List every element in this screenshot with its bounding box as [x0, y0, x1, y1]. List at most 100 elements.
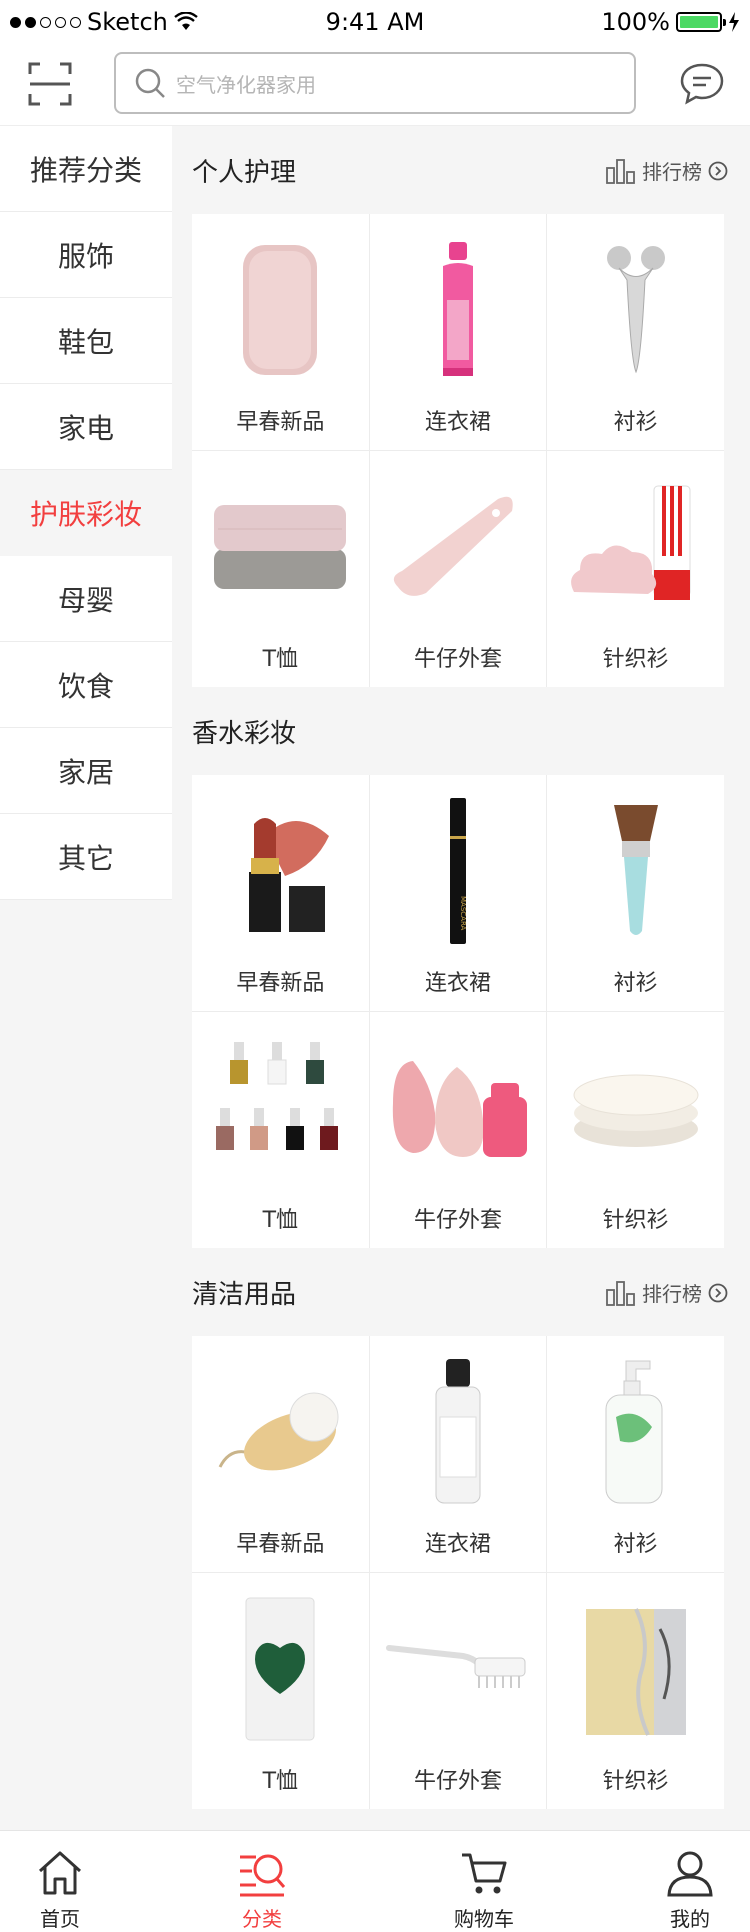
- product-grid: 早春新品 连衣裙 衬衫 T恤 牛仔外套 针织衫: [192, 214, 724, 687]
- app-root: Sketch 9:41 AM 100% 空气净化器家用 推荐分类 服饰 鞋包 家…: [0, 0, 750, 1932]
- cart-icon: [462, 1853, 507, 1894]
- section-title: 清洁用品: [192, 1280, 297, 1310]
- product-label: 连衣裙: [424, 410, 491, 435]
- product-item[interactable]: 早春新品: [192, 1336, 369, 1572]
- product-item[interactable]: T恤: [192, 1012, 369, 1248]
- tab-profile[interactable]: 我的: [630, 1831, 750, 1932]
- tab-label: 购物车: [454, 1907, 514, 1931]
- sidebar-item-apparel[interactable]: 服饰: [0, 212, 172, 298]
- cleaning-brush-image: [370, 1589, 547, 1749]
- product-label: 衬衫: [613, 410, 658, 435]
- search-placeholder: 空气净化器家用: [176, 72, 316, 97]
- scan-icon[interactable]: [26, 60, 74, 108]
- product-label: 早春新品: [236, 1532, 325, 1557]
- product-label: 连衣裙: [424, 1532, 491, 1557]
- beauty-sponge-image: [370, 1028, 547, 1188]
- product-label: 早春新品: [236, 971, 325, 996]
- product-label: T恤: [262, 647, 299, 672]
- product-label: 牛仔外套: [413, 647, 502, 672]
- user-icon: [667, 1851, 713, 1897]
- towel-image: [192, 467, 369, 627]
- charging-icon: [729, 12, 739, 32]
- product-item[interactable]: T恤: [192, 1573, 369, 1809]
- ranking-link[interactable]: 排行榜: [606, 1278, 728, 1307]
- battery-percent: 100%: [601, 8, 670, 36]
- product-item[interactable]: 针织衫: [547, 1573, 724, 1809]
- product-label: 针织衫: [602, 647, 669, 672]
- product-label: 衬衫: [613, 1532, 658, 1557]
- sidebar-item-food[interactable]: 饮食: [0, 642, 172, 728]
- soap-bar-image: [547, 1589, 724, 1749]
- header: 空气净化器家用: [0, 44, 750, 126]
- section-header: 清洁用品 排行榜: [172, 1248, 750, 1336]
- massager-image: [370, 467, 547, 627]
- section-title: 个人护理: [192, 158, 297, 188]
- nail-polish-image: [192, 1028, 369, 1188]
- home-icon: [38, 1851, 82, 1895]
- category-content: 个人护理 排行榜 早春新品 连衣裙 衬衫 T恤 牛仔外套 针织衫 香水彩妆 早春…: [172, 126, 750, 1809]
- product-label: 针织衫: [602, 1208, 669, 1233]
- product-item[interactable]: 牛仔外套: [369, 1573, 547, 1809]
- category-sidebar: 推荐分类 服饰 鞋包 家电 护肤彩妆 母婴 饮食 家居 其它: [0, 126, 172, 900]
- pink-pad-image: [192, 230, 369, 390]
- product-item[interactable]: 早春新品: [192, 214, 369, 450]
- product-item[interactable]: 衬衫: [547, 1336, 724, 1572]
- ranking-link[interactable]: 排行榜: [606, 156, 728, 185]
- product-item[interactable]: 牛仔外套: [369, 451, 547, 687]
- svg-text:MASCARA: MASCARA: [459, 896, 467, 931]
- ranking-label: 排行榜: [642, 160, 702, 184]
- tab-label: 我的: [670, 1907, 710, 1931]
- sidebar-item-skincare[interactable]: 护肤彩妆: [0, 470, 172, 556]
- bar-chart-icon: [606, 1280, 635, 1306]
- product-label: 牛仔外套: [413, 1769, 502, 1794]
- sidebar-item-other[interactable]: 其它: [0, 814, 172, 900]
- product-label: 早春新品: [236, 410, 325, 435]
- battery-icon: [676, 12, 726, 32]
- product-item[interactable]: 衬衫: [547, 775, 724, 1011]
- product-item[interactable]: T恤: [192, 451, 369, 687]
- tab-label: 分类: [242, 1907, 282, 1931]
- product-item[interactable]: 早春新品: [192, 775, 369, 1011]
- pink-bottle-image: [370, 230, 547, 390]
- face-brush-image: [192, 1352, 369, 1512]
- message-icon[interactable]: [678, 60, 726, 108]
- sidebar-item-appliances[interactable]: 家电: [0, 384, 172, 470]
- chevron-right-circle-icon: [708, 1283, 728, 1302]
- section-header: 个人护理 排行榜: [172, 126, 750, 214]
- product-item[interactable]: 衬衫: [547, 214, 724, 450]
- product-label: 针织衫: [602, 1769, 669, 1794]
- search-icon: [135, 68, 165, 98]
- product-grid: 早春新品 MASCARA 连衣裙 衬衫 T恤 牛仔外套 针织衫: [192, 775, 724, 1248]
- product-item[interactable]: 针织衫: [547, 451, 724, 687]
- cleanser-image: [547, 467, 724, 627]
- status-bar: Sketch 9:41 AM 100%: [0, 0, 750, 44]
- section-header: 香水彩妆: [172, 687, 750, 775]
- product-item[interactable]: 连衣裙: [369, 1336, 547, 1572]
- product-label: 牛仔外套: [413, 1208, 502, 1233]
- mascara-image: MASCARA: [370, 791, 547, 951]
- clear-bottle-image: [370, 1352, 547, 1512]
- tab-category[interactable]: 分类: [202, 1831, 322, 1932]
- sidebar-item-shoes-bags[interactable]: 鞋包: [0, 298, 172, 384]
- product-label: T恤: [262, 1769, 299, 1794]
- makeup-brush-image: [547, 791, 724, 951]
- product-item[interactable]: 牛仔外套: [369, 1012, 547, 1248]
- section-title: 香水彩妆: [192, 719, 297, 749]
- product-label: 连衣裙: [424, 971, 491, 996]
- tab-home[interactable]: 首页: [0, 1831, 120, 1932]
- bar-chart-icon: [606, 158, 635, 184]
- product-item[interactable]: 针织衫: [547, 1012, 724, 1248]
- product-item[interactable]: MASCARA 连衣裙: [369, 775, 547, 1011]
- product-item[interactable]: 连衣裙: [369, 214, 547, 450]
- tab-cart[interactable]: 购物车: [424, 1831, 544, 1932]
- face-roller-image: [547, 230, 724, 390]
- sidebar-item-home[interactable]: 家居: [0, 728, 172, 814]
- powder-puff-image: [547, 1028, 724, 1188]
- sidebar-item-baby[interactable]: 母婴: [0, 556, 172, 642]
- product-label: 衬衫: [613, 971, 658, 996]
- pump-bottle-image: [547, 1352, 724, 1512]
- search-input[interactable]: 空气净化器家用: [114, 52, 636, 114]
- sidebar-item-recommended[interactable]: 推荐分类: [0, 126, 172, 212]
- battery-area: 100%: [601, 8, 740, 36]
- category-search-icon: [240, 1854, 286, 1897]
